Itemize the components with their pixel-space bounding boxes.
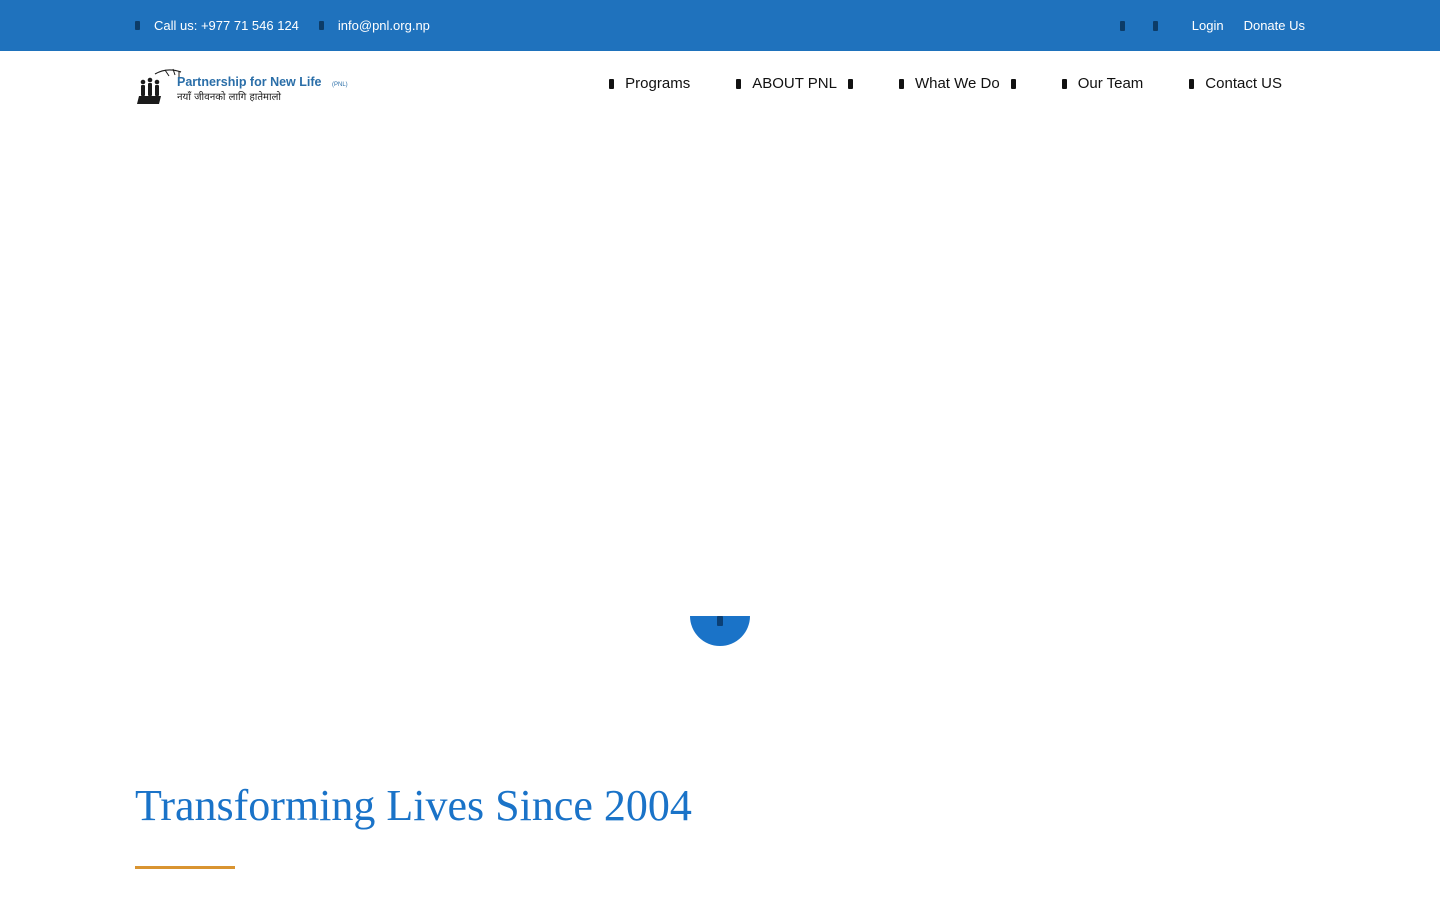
chevron-down-icon: [847, 78, 853, 89]
nav-item-label: Our Team: [1077, 75, 1144, 92]
nav-item-label: Programs: [625, 75, 691, 92]
email-text: info@pnl.org.np: [337, 18, 430, 33]
section-title: Transforming Lives Since 2004: [135, 781, 692, 830]
home-icon: [609, 78, 615, 89]
title-divider: [135, 866, 235, 869]
logo[interactable]: Partnership for New Life (PNL) नयाँ जीवन…: [135, 68, 353, 106]
hero-slider: [0, 116, 1440, 616]
nav-item-about-pnl[interactable]: ABOUT PNL: [736, 75, 853, 92]
nav-item-contact-us[interactable]: Contact US: [1189, 75, 1282, 92]
nav-item-label: Contact US: [1205, 75, 1282, 92]
chevron-down-icon: [717, 616, 723, 626]
phone-text: Call us: +977 71 546 124: [154, 18, 299, 33]
email-contact[interactable]: info@pnl.org.np: [318, 18, 430, 33]
nav-item-label: ABOUT PNL: [752, 75, 837, 92]
phone-icon: [1189, 78, 1195, 89]
phone-contact[interactable]: Call us: +977 71 546 124: [135, 18, 299, 33]
logo-title: Partnership for New Life: [177, 75, 322, 89]
nav-item-label: What We Do: [914, 75, 1000, 92]
nav-item-programs[interactable]: Programs: [609, 75, 690, 92]
top-bar: Call us: +977 71 546 124 info@pnl.org.np…: [0, 0, 1440, 51]
logo-abbr: (PNL): [332, 82, 348, 88]
chevron-down-icon: [1010, 78, 1016, 89]
users-icon: [1061, 78, 1067, 89]
briefcase-icon: [898, 78, 904, 89]
main-header: Partnership for New Life (PNL) नयाँ जीवन…: [0, 51, 1440, 116]
scroll-down-button[interactable]: [690, 616, 750, 646]
donate-link[interactable]: Donate Us: [1244, 18, 1305, 33]
main-nav: Programs ABOUT PNL What We Do Our Team C…: [609, 51, 1282, 116]
twitter-icon[interactable]: [1152, 20, 1158, 31]
login-link[interactable]: Login: [1192, 18, 1224, 33]
facebook-icon[interactable]: [1119, 20, 1125, 31]
phone-icon: [135, 21, 140, 30]
envelope-icon: [318, 21, 324, 30]
nav-item-what-we-do[interactable]: What We Do: [898, 75, 1016, 92]
logo-subtitle: नयाँ जीवनको लागि हातेमालो: [177, 91, 281, 103]
info-icon: [736, 78, 742, 89]
nav-item-our-team[interactable]: Our Team: [1061, 75, 1144, 92]
